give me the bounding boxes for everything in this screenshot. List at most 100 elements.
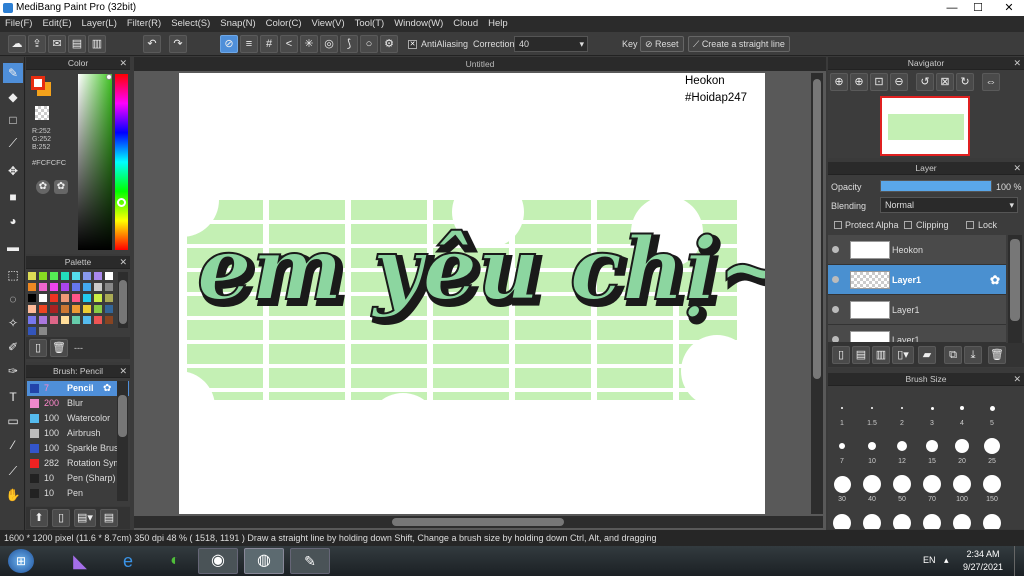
eye-icon[interactable]	[832, 246, 839, 253]
duplicate-icon[interactable]: ⧉	[944, 346, 962, 364]
palette-swatch[interactable]	[83, 316, 91, 324]
layer-row[interactable]: Heokon	[828, 235, 1006, 265]
palette-swatch[interactable]	[28, 272, 36, 280]
move-tool-icon[interactable]: ✥	[3, 161, 23, 181]
brush-size-dot[interactable]	[863, 514, 881, 529]
protect-alpha-checkbox[interactable]	[834, 221, 842, 229]
close-icon[interactable]: ✕	[1013, 162, 1021, 175]
maximize-button[interactable]: ☐	[966, 0, 990, 16]
menu-layer[interactable]: Layer(L)	[77, 16, 122, 31]
palette-swatch[interactable]	[39, 305, 47, 313]
brush-size-dot[interactable]	[839, 443, 845, 449]
reset-button[interactable]: ⊘ Reset	[640, 36, 684, 52]
palette-swatch[interactable]	[72, 305, 80, 313]
palette-swatch[interactable]	[72, 316, 80, 324]
palette-swatch[interactable]	[39, 316, 47, 324]
eye-icon[interactable]	[832, 276, 839, 283]
brush-size-dot[interactable]	[953, 475, 971, 493]
brush-item[interactable]: 10 Pen	[27, 486, 129, 501]
brush-size-dot[interactable]	[926, 440, 938, 452]
brush-size-dot[interactable]	[871, 407, 873, 409]
fit-icon[interactable]: ⊡	[870, 73, 888, 91]
new-8bit-layer-icon[interactable]: ▥	[872, 346, 890, 364]
grid-snap-icon[interactable]: #	[260, 35, 278, 53]
lock-checkbox[interactable]	[966, 221, 974, 229]
layer-row[interactable]: Layer1	[828, 325, 1006, 343]
brush-size-dot[interactable]	[983, 514, 1001, 529]
brush-size-dot[interactable]	[930, 406, 934, 410]
palette-swatch[interactable]	[94, 294, 102, 302]
palette-swatch[interactable]	[83, 305, 91, 313]
menu-window[interactable]: Window(W)	[389, 16, 448, 31]
snap-settings-icon[interactable]: ⚙	[380, 35, 398, 53]
brush-size-dot[interactable]	[984, 438, 1000, 454]
magic-wand-icon[interactable]: ✧	[3, 313, 23, 333]
brush-item[interactable]: 100 Watercolor	[27, 411, 129, 426]
brush-scrollbar[interactable]	[117, 381, 128, 501]
palette-swatch[interactable]	[28, 316, 36, 324]
palette-swatch[interactable]	[72, 283, 80, 291]
add-brush-icon[interactable]: ⬆	[30, 509, 48, 527]
document-tab[interactable]: Untitled	[134, 57, 826, 71]
palette-swatch[interactable]	[83, 283, 91, 291]
bucket-tool-icon[interactable]: ◕	[3, 211, 23, 231]
rotate-left-icon[interactable]: ↺	[916, 73, 934, 91]
circle-snap-icon[interactable]: ○	[360, 35, 378, 53]
eye-icon[interactable]	[832, 306, 839, 313]
brush-size-dot[interactable]	[953, 514, 971, 529]
brush-tool-icon[interactable]: ✎	[3, 63, 23, 83]
palette-swatch[interactable]	[39, 272, 47, 280]
hue-slider[interactable]	[115, 74, 128, 250]
redo-icon[interactable]: ↷	[169, 35, 187, 53]
palette-swatch[interactable]	[61, 294, 69, 302]
palette-swatch[interactable]	[50, 272, 58, 280]
palette-swatch[interactable]	[61, 283, 69, 291]
palette-swatch[interactable]	[28, 294, 36, 302]
eraser-tool-icon[interactable]: ◆	[3, 87, 23, 107]
palette-swatch[interactable]	[72, 272, 80, 280]
undo-icon[interactable]: ↶	[143, 35, 161, 53]
select-tool-icon[interactable]: ⬚	[3, 265, 23, 285]
start-button[interactable]: ⊞	[8, 549, 34, 573]
new-layer-icon[interactable]: ▯	[832, 346, 850, 364]
palette-swatch[interactable]	[72, 294, 80, 302]
reset-view-icon[interactable]: ⊠	[936, 73, 954, 91]
navigator-preview[interactable]	[880, 96, 970, 156]
new-halftone-layer-icon[interactable]: ▤	[852, 346, 870, 364]
brush-doc-icon[interactable]: ▤	[100, 509, 118, 527]
brush-size-dot[interactable]	[983, 475, 1001, 493]
palette-swatch[interactable]	[105, 283, 113, 291]
palette-scroll-thumb[interactable]	[119, 280, 127, 324]
select-eraser-icon[interactable]: ✑	[3, 361, 23, 381]
zoom-out-icon[interactable]: ⊖	[890, 73, 908, 91]
comment-icon[interactable]: ✉	[48, 35, 66, 53]
brush-item[interactable]: 100 Sparkle Brush	[27, 441, 129, 456]
parallel-snap-icon[interactable]: ≡	[240, 35, 258, 53]
palette-swatch[interactable]	[105, 294, 113, 302]
document-icon[interactable]: ▤	[68, 35, 86, 53]
layer-scroll-thumb[interactable]	[1010, 239, 1020, 321]
rectangle-tool-icon[interactable]: □	[3, 110, 23, 130]
radial-snap-icon[interactable]: ✳	[300, 35, 318, 53]
eyedropper2-icon[interactable]: ⟋	[3, 461, 23, 481]
palette-swatch[interactable]	[83, 272, 91, 280]
show-desktop-button[interactable]	[1014, 546, 1024, 576]
lasso-tool-icon[interactable]: ◌	[3, 289, 23, 309]
gear-icon[interactable]: ✿	[103, 381, 111, 396]
antialiasing-checkbox[interactable]: ✕	[408, 40, 417, 49]
palette-swatch[interactable]	[50, 316, 58, 324]
brush-size-dot[interactable]	[863, 475, 881, 493]
palette-swatch[interactable]	[61, 305, 69, 313]
brush-tool2-icon[interactable]: ⟋	[3, 133, 23, 153]
new-brush-icon[interactable]: ▯	[52, 509, 70, 527]
brush-scroll-thumb[interactable]	[118, 395, 127, 437]
text-tool-icon[interactable]: T	[3, 387, 23, 407]
share-icon[interactable]: ⇪	[28, 35, 46, 53]
color-saturation-field[interactable]	[78, 74, 112, 250]
layer-menu-icon[interactable]: ▯▾	[892, 346, 914, 364]
chevron-up-icon[interactable]: ▴	[944, 555, 949, 566]
close-icon[interactable]: ✕	[1013, 373, 1021, 386]
brush-item[interactable]: 282 Rotation Sym	[27, 456, 129, 471]
palette-swatch[interactable]	[39, 283, 47, 291]
paint-icon[interactable]: ✎	[290, 548, 330, 574]
